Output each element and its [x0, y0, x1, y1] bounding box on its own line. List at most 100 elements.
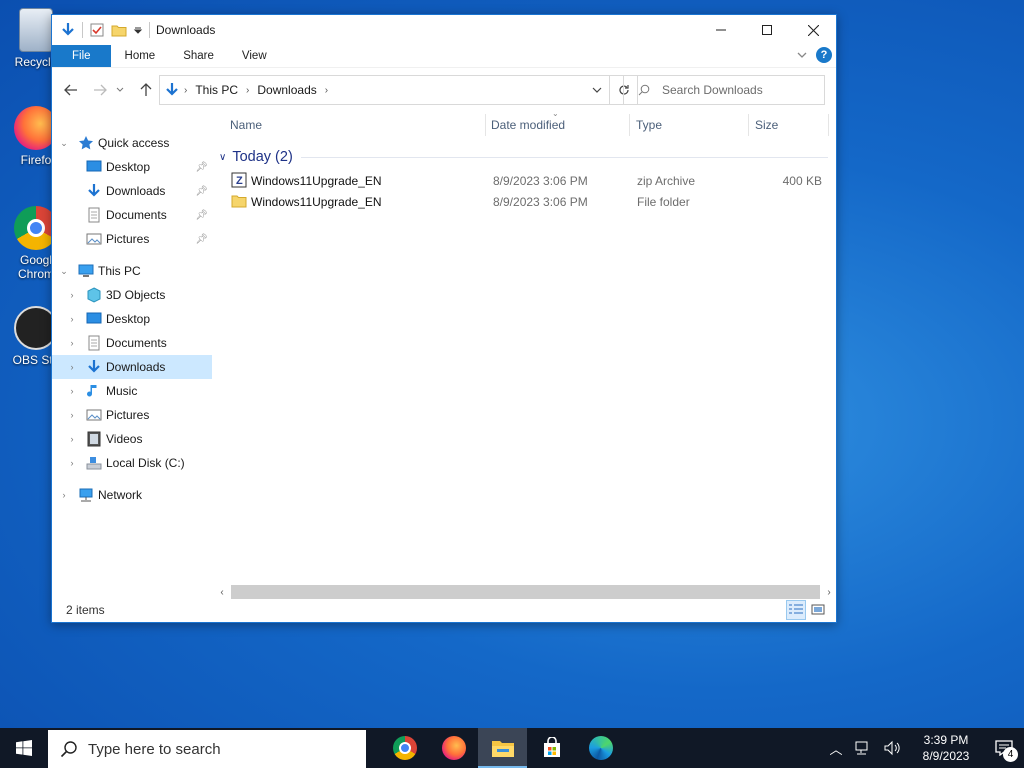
tab-share[interactable]: Share: [169, 45, 228, 67]
nav-pc-pictures[interactable]: › Pictures: [52, 403, 212, 427]
chevron-right-icon[interactable]: ›: [66, 386, 78, 396]
file-explorer-icon: [491, 741, 514, 757]
chevron-right-icon[interactable]: ›: [66, 338, 78, 348]
chevron-right-icon[interactable]: ›: [66, 410, 78, 420]
network-status-icon[interactable]: [851, 740, 875, 756]
system-clock[interactable]: 3:39 PM 8/9/2023: [908, 732, 984, 764]
chevron-down-icon[interactable]: ⌄: [58, 266, 70, 277]
column-separator[interactable]: [629, 114, 630, 136]
up-button[interactable]: [134, 78, 158, 102]
recent-locations-button[interactable]: [113, 78, 127, 102]
nav-pc-local-disk[interactable]: › Local Disk (C:): [52, 451, 212, 475]
nav-label: Local Disk (C:): [106, 456, 185, 470]
nav-qa-pictures[interactable]: Pictures 📌︎: [52, 227, 212, 251]
action-center-button[interactable]: 4: [984, 728, 1024, 768]
breadcrumb-separator[interactable]: ›: [180, 85, 191, 96]
nav-quick-access[interactable]: ⌄ Quick access: [52, 131, 212, 155]
details-view-button[interactable]: [786, 600, 806, 620]
chevron-right-icon[interactable]: ›: [66, 290, 78, 300]
properties-icon[interactable]: [89, 22, 105, 38]
tab-file[interactable]: File: [52, 45, 111, 67]
nav-qa-downloads[interactable]: Downloads 📌︎: [52, 179, 212, 203]
chevron-right-icon[interactable]: ›: [66, 362, 78, 372]
close-button[interactable]: [790, 15, 836, 45]
chevron-down-icon[interactable]: ∨: [219, 152, 226, 163]
title-bar[interactable]: Downloads: [52, 15, 836, 45]
column-separator[interactable]: [828, 114, 829, 136]
breadcrumb-downloads[interactable]: Downloads: [253, 83, 320, 97]
taskbar-edge[interactable]: [576, 728, 625, 768]
chevron-right-icon[interactable]: ›: [66, 458, 78, 468]
column-header-size[interactable]: Size: [755, 118, 778, 132]
chevron-up-icon[interactable]: ︿: [824, 739, 848, 758]
column-separator[interactable]: [485, 114, 486, 136]
minimize-button[interactable]: [698, 15, 744, 45]
nav-pc-3d-objects[interactable]: › 3D Objects: [52, 283, 212, 307]
nav-pc-downloads[interactable]: › Downloads: [52, 355, 212, 379]
nav-qa-documents[interactable]: Documents 📌︎: [52, 203, 212, 227]
customize-toolbar-icon[interactable]: [133, 22, 143, 38]
column-header-date-modified[interactable]: Date modified: [491, 118, 565, 132]
maximize-button[interactable]: [744, 15, 790, 45]
scroll-left-arrow-icon[interactable]: ‹: [215, 587, 229, 598]
start-button[interactable]: [0, 728, 48, 768]
taskbar-store[interactable]: [527, 728, 576, 768]
taskbar-search-input[interactable]: [88, 740, 348, 758]
svg-text:Z: Z: [236, 175, 243, 187]
taskbar-search-box[interactable]: [48, 730, 366, 768]
horizontal-scrollbar[interactable]: ‹ ›: [215, 585, 836, 599]
search-icon: [638, 84, 650, 96]
arrow-right-icon: [94, 84, 107, 96]
scrollbar-thumb[interactable]: [231, 585, 820, 599]
column-header-name[interactable]: Name: [230, 118, 262, 132]
chevron-right-icon[interactable]: ›: [58, 490, 70, 500]
firefox-icon: [441, 736, 466, 760]
search-input[interactable]: [662, 83, 812, 97]
forward-button[interactable]: [88, 78, 112, 102]
breadcrumb-this-pc[interactable]: This PC: [191, 83, 242, 97]
column-header-type[interactable]: Type: [636, 118, 662, 132]
chevron-right-icon[interactable]: ›: [66, 314, 78, 324]
taskbar-file-explorer[interactable]: [478, 728, 527, 768]
group-header-today[interactable]: ∨ Today (2): [219, 147, 828, 167]
ribbon-right: ?: [796, 47, 832, 63]
nav-qa-desktop[interactable]: Desktop 📌︎: [52, 155, 212, 179]
back-button[interactable]: [59, 78, 83, 102]
close-icon: [807, 24, 819, 36]
expand-ribbon-icon[interactable]: [796, 49, 808, 61]
chevron-down-icon[interactable]: ⌄: [58, 138, 70, 149]
taskbar-chrome[interactable]: [380, 728, 429, 768]
search-box[interactable]: [623, 75, 825, 105]
nav-label: 3D Objects: [106, 288, 166, 302]
new-folder-icon[interactable]: [111, 22, 127, 38]
network-icon: [79, 488, 93, 502]
volume-icon[interactable]: [881, 740, 905, 756]
column-separator[interactable]: [748, 114, 749, 136]
nav-pc-documents[interactable]: › Documents: [52, 331, 212, 355]
tab-view[interactable]: View: [228, 45, 281, 67]
breadcrumb-separator[interactable]: ›: [321, 85, 332, 96]
taskbar: ︿ 3:39 PM 8/9/2023 4: [0, 728, 1024, 768]
download-arrow-icon: [88, 184, 100, 197]
file-row-zip[interactable]: Z Windows11Upgrade_EN 8/9/2023 3:06 PM z…: [227, 170, 828, 191]
chevron-right-icon[interactable]: ›: [66, 434, 78, 444]
breadcrumb-separator[interactable]: ›: [242, 85, 253, 96]
large-icons-view-button[interactable]: [808, 600, 828, 620]
nav-pc-music[interactable]: › Music: [52, 379, 212, 403]
nav-network[interactable]: › Network: [52, 483, 212, 507]
help-button[interactable]: ?: [816, 47, 832, 63]
tab-home[interactable]: Home: [111, 45, 170, 67]
chevron-down-icon: [116, 87, 124, 92]
scroll-right-arrow-icon[interactable]: ›: [822, 587, 836, 598]
nav-pc-videos[interactable]: › Videos: [52, 427, 212, 451]
nav-pc-desktop[interactable]: › Desktop: [52, 307, 212, 331]
taskbar-firefox[interactable]: [429, 728, 478, 768]
file-date: 8/9/2023 3:06 PM: [493, 195, 588, 209]
address-bar[interactable]: › This PC › Downloads ›: [159, 75, 610, 105]
star-icon: [79, 136, 93, 150]
file-row-folder[interactable]: Windows11Upgrade_EN 8/9/2023 3:06 PM Fil…: [227, 191, 828, 212]
minimize-icon: [716, 29, 726, 31]
nav-this-pc[interactable]: ⌄ This PC: [52, 259, 212, 283]
item-count: 2 items: [66, 603, 105, 617]
address-dropdown-button[interactable]: [585, 76, 609, 104]
